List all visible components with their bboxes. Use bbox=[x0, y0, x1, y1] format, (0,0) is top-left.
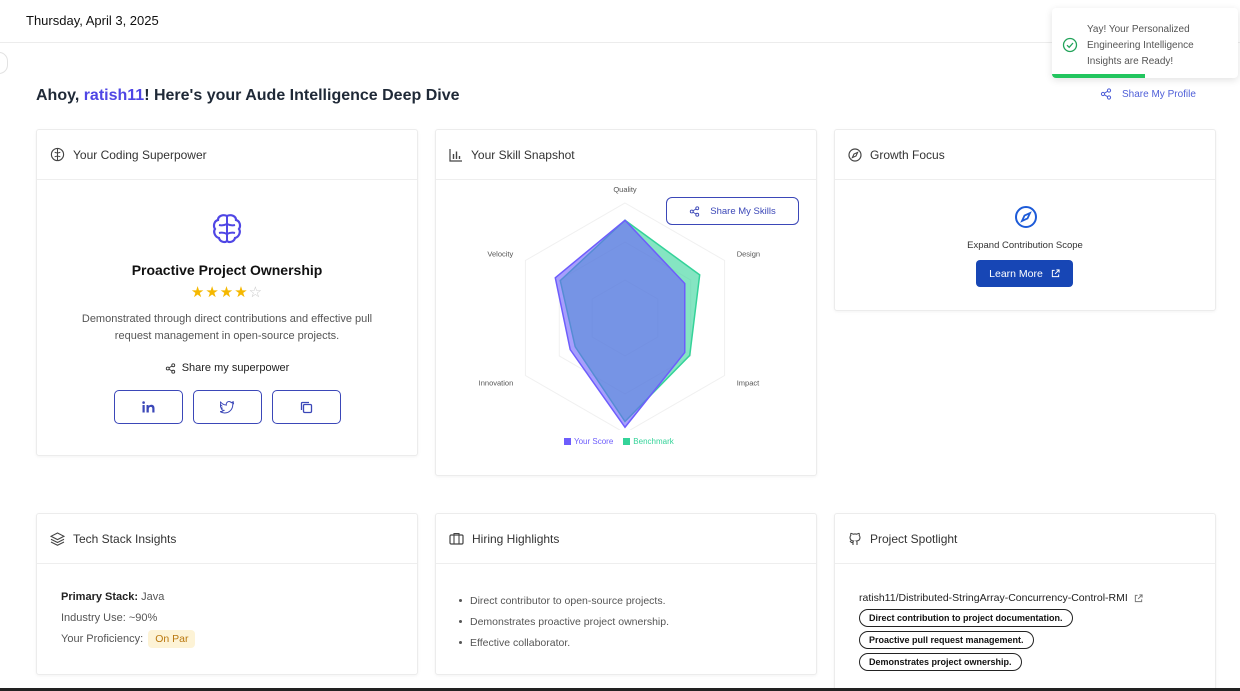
proficiency-badge: On Par bbox=[148, 630, 196, 648]
growth-focus-label: Expand Contribution Scope bbox=[967, 240, 1083, 251]
star-filled-icon: ★ bbox=[205, 284, 220, 301]
toast-message: Yay! Your Personalized Engineering Intel… bbox=[1087, 24, 1194, 67]
skill-snapshot-card: Your Skill Snapshot Share My Skills Qual… bbox=[435, 129, 817, 476]
repo-name: ratish11/Distributed-StringArray-Concurr… bbox=[859, 592, 1128, 604]
legend-label: Benchmark bbox=[633, 437, 674, 446]
project-tag: Proactive pull request management. bbox=[859, 631, 1034, 649]
github-icon bbox=[849, 532, 861, 545]
legend-item: Benchmark bbox=[623, 437, 674, 446]
copy-icon bbox=[300, 401, 313, 413]
legend-swatch bbox=[564, 438, 571, 445]
linkedin-icon bbox=[141, 401, 154, 413]
radar-axis-label: Innovation bbox=[479, 379, 514, 388]
page-title: Ahoy, ratish11! Here's your Aude Intelli… bbox=[36, 87, 460, 105]
growth-focus-card: Growth Focus Expand Contribution Scope L… bbox=[834, 129, 1216, 311]
radar-axis-label: Design bbox=[737, 250, 760, 259]
card-title: Tech Stack Insights bbox=[73, 531, 177, 546]
copy-link-button[interactable] bbox=[272, 390, 341, 424]
learn-more-button[interactable]: Learn More bbox=[976, 260, 1073, 287]
legend-item: Your Score bbox=[564, 437, 613, 446]
project-tag: Direct contribution to project documenta… bbox=[859, 609, 1073, 627]
share-linkedin-button[interactable] bbox=[114, 390, 183, 424]
radar-axis-label: Quality bbox=[613, 185, 637, 194]
brain-icon bbox=[212, 214, 242, 244]
radar-axis-label: Impact bbox=[737, 379, 760, 388]
success-toast: Yay! Your Personalized Engineering Intel… bbox=[1052, 8, 1238, 78]
star-filled-icon: ★ bbox=[190, 284, 206, 301]
card-title: Your Coding Superpower bbox=[73, 147, 207, 162]
industry-use: Industry Use: ~90% bbox=[61, 612, 158, 624]
tech-stack-card: Tech Stack Insights Primary Stack: Java … bbox=[36, 513, 418, 675]
project-spotlight-card: Project Spotlight ratish11/Distributed-S… bbox=[834, 513, 1216, 691]
share-profile-label: Share My Profile bbox=[1122, 88, 1196, 100]
primary-stack-value: Java bbox=[141, 591, 165, 603]
highlights-list: Direct contributor to open-source projec… bbox=[459, 590, 669, 653]
compass-icon bbox=[1015, 206, 1037, 228]
check-circle-icon bbox=[1062, 37, 1078, 53]
proficiency-label: Your Proficiency: bbox=[61, 633, 144, 645]
card-header: Your Coding Superpower bbox=[37, 130, 417, 180]
learn-more-label: Learn More bbox=[989, 267, 1043, 280]
chart-legend: Your Score Benchmark bbox=[564, 437, 674, 446]
greeting-suffix: ! Here's your Aude Intelligence Deep Div… bbox=[144, 87, 460, 104]
legend-swatch bbox=[623, 438, 631, 445]
compass-icon bbox=[848, 147, 862, 162]
card-header: Tech Stack Insights bbox=[37, 514, 417, 564]
layers-icon bbox=[50, 531, 65, 546]
hiring-highlights-card: Hiring Highlights Direct contributor to … bbox=[435, 513, 817, 675]
twitter-icon bbox=[220, 400, 235, 413]
card-header: Project Spotlight bbox=[835, 514, 1215, 564]
radar-axis-label: Velocity bbox=[487, 250, 513, 259]
star-filled-icon: ★ bbox=[234, 284, 249, 301]
username: ratish11 bbox=[83, 87, 145, 104]
card-title: Growth Focus bbox=[870, 147, 945, 162]
toast-progress bbox=[1052, 74, 1145, 78]
external-link-icon bbox=[1051, 269, 1060, 278]
share-icon bbox=[1100, 88, 1112, 100]
repo-link[interactable]: ratish11/Distributed-StringArray-Concurr… bbox=[859, 592, 1143, 604]
proficiency: Your Proficiency: On Par bbox=[61, 630, 196, 648]
share-superpower-label: Share my superpower bbox=[181, 362, 290, 374]
list-item: Demonstrates proactive project ownership… bbox=[459, 611, 669, 632]
star-filled-icon: ★ bbox=[219, 284, 235, 301]
superpower-description: Demonstrated through direct contribution… bbox=[81, 313, 373, 342]
project-tag: Demonstrates project ownership. bbox=[859, 653, 1022, 671]
current-date: Thursday, April 3, 2025 bbox=[26, 13, 159, 28]
list-item: Effective collaborator. bbox=[459, 632, 669, 653]
skill-radar-chart: QualityDesignImpactCollabInnovationVeloc… bbox=[479, 185, 760, 430]
card-title: Project Spotlight bbox=[870, 531, 958, 546]
card-title: Hiring Highlights bbox=[472, 531, 560, 546]
share-twitter-button[interactable] bbox=[193, 390, 262, 424]
greeting-prefix: Ahoy, bbox=[36, 87, 84, 104]
list-item: Direct contributor to open-source projec… bbox=[459, 590, 669, 611]
external-link-icon bbox=[1134, 593, 1143, 602]
share-superpower: Share my superpower bbox=[37, 362, 417, 374]
card-header: Hiring Highlights bbox=[436, 514, 816, 564]
share-icon bbox=[165, 362, 175, 374]
card-header: Growth Focus bbox=[835, 130, 1215, 180]
coding-superpower-card: Your Coding Superpower Proactive Project… bbox=[36, 129, 418, 456]
primary-stack-label: Primary Stack: bbox=[61, 591, 139, 603]
brain-icon bbox=[50, 147, 65, 162]
star-empty-icon: ☆ bbox=[248, 284, 264, 301]
primary-stack: Primary Stack: Java bbox=[61, 591, 164, 603]
legend-label: Your Score bbox=[574, 437, 614, 446]
superpower-name: Proactive Project Ownership bbox=[131, 262, 323, 278]
share-profile-button[interactable]: Share My Profile bbox=[1100, 88, 1196, 100]
star-rating: ★★★★☆ bbox=[37, 283, 417, 301]
briefcase-icon bbox=[449, 532, 464, 545]
sidebar-toggle[interactable] bbox=[0, 52, 8, 74]
